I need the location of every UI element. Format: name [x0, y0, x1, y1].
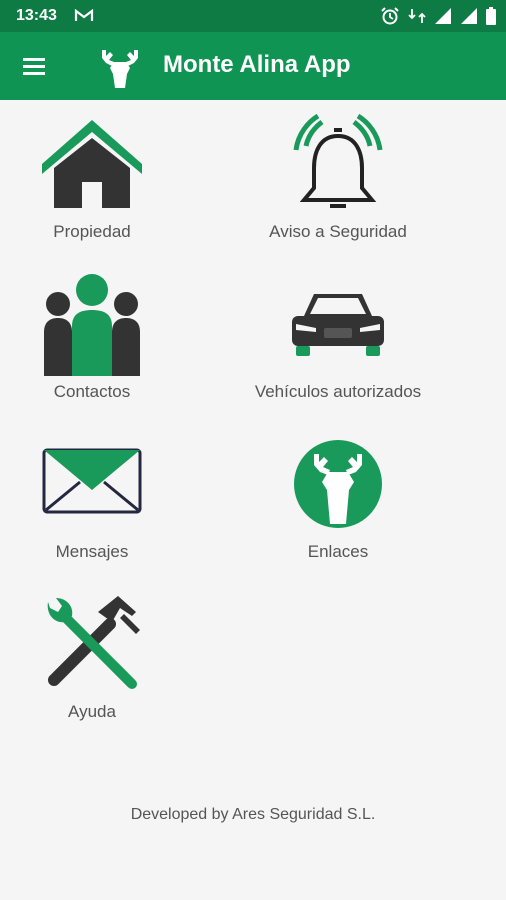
app-title: Monte Alina App	[163, 51, 351, 78]
menu-item-enlaces[interactable]: Enlaces	[228, 424, 448, 574]
signal-icon	[435, 8, 451, 24]
menu-item-label: Ayuda	[68, 702, 116, 721]
menu-item-propiedad[interactable]: Propiedad	[0, 104, 202, 254]
gmail-icon	[74, 8, 94, 21]
menu-item-label: Propiedad	[53, 222, 131, 241]
deer-icon	[294, 440, 382, 528]
car-icon	[292, 294, 384, 356]
menu-item-label: Mensajes	[55, 542, 129, 561]
app-bar: Monte Alina App	[0, 32, 506, 100]
menu-item-aviso-a-seguridad[interactable]: Aviso a Seguridad	[228, 104, 448, 254]
signal-icon	[461, 8, 477, 24]
hamburger-menu-icon[interactable]	[18, 50, 52, 82]
menu-item-mensajes[interactable]: Mensajes	[0, 424, 202, 574]
bell-icon	[293, 113, 383, 208]
menu-item-label: Enlaces	[307, 542, 369, 561]
alarm-icon	[381, 7, 399, 25]
menu-item-ayuda[interactable]: Ayuda	[0, 584, 202, 734]
tools-icon	[47, 596, 140, 689]
battery-icon	[486, 7, 496, 25]
deer-logo-icon	[102, 50, 138, 88]
people-icon	[44, 274, 140, 376]
status-icons	[380, 6, 496, 26]
envelope-icon	[42, 448, 142, 514]
footer-credit: Developed by Ares Seguridad S.L.	[130, 806, 376, 823]
house-icon	[42, 120, 142, 208]
menu-item-vehiculos-autorizados[interactable]: Vehículos autorizados	[228, 264, 448, 414]
menu-item-label: Vehículos autorizados	[254, 382, 422, 401]
status-time: 13:43	[16, 7, 57, 24]
menu-item-label: Contactos	[53, 382, 131, 401]
data-4g-icon	[408, 9, 426, 23]
menu-item-contactos[interactable]: Contactos	[0, 264, 202, 414]
status-bar: 13:43	[0, 0, 506, 32]
menu-item-label: Aviso a Seguridad	[269, 222, 407, 241]
